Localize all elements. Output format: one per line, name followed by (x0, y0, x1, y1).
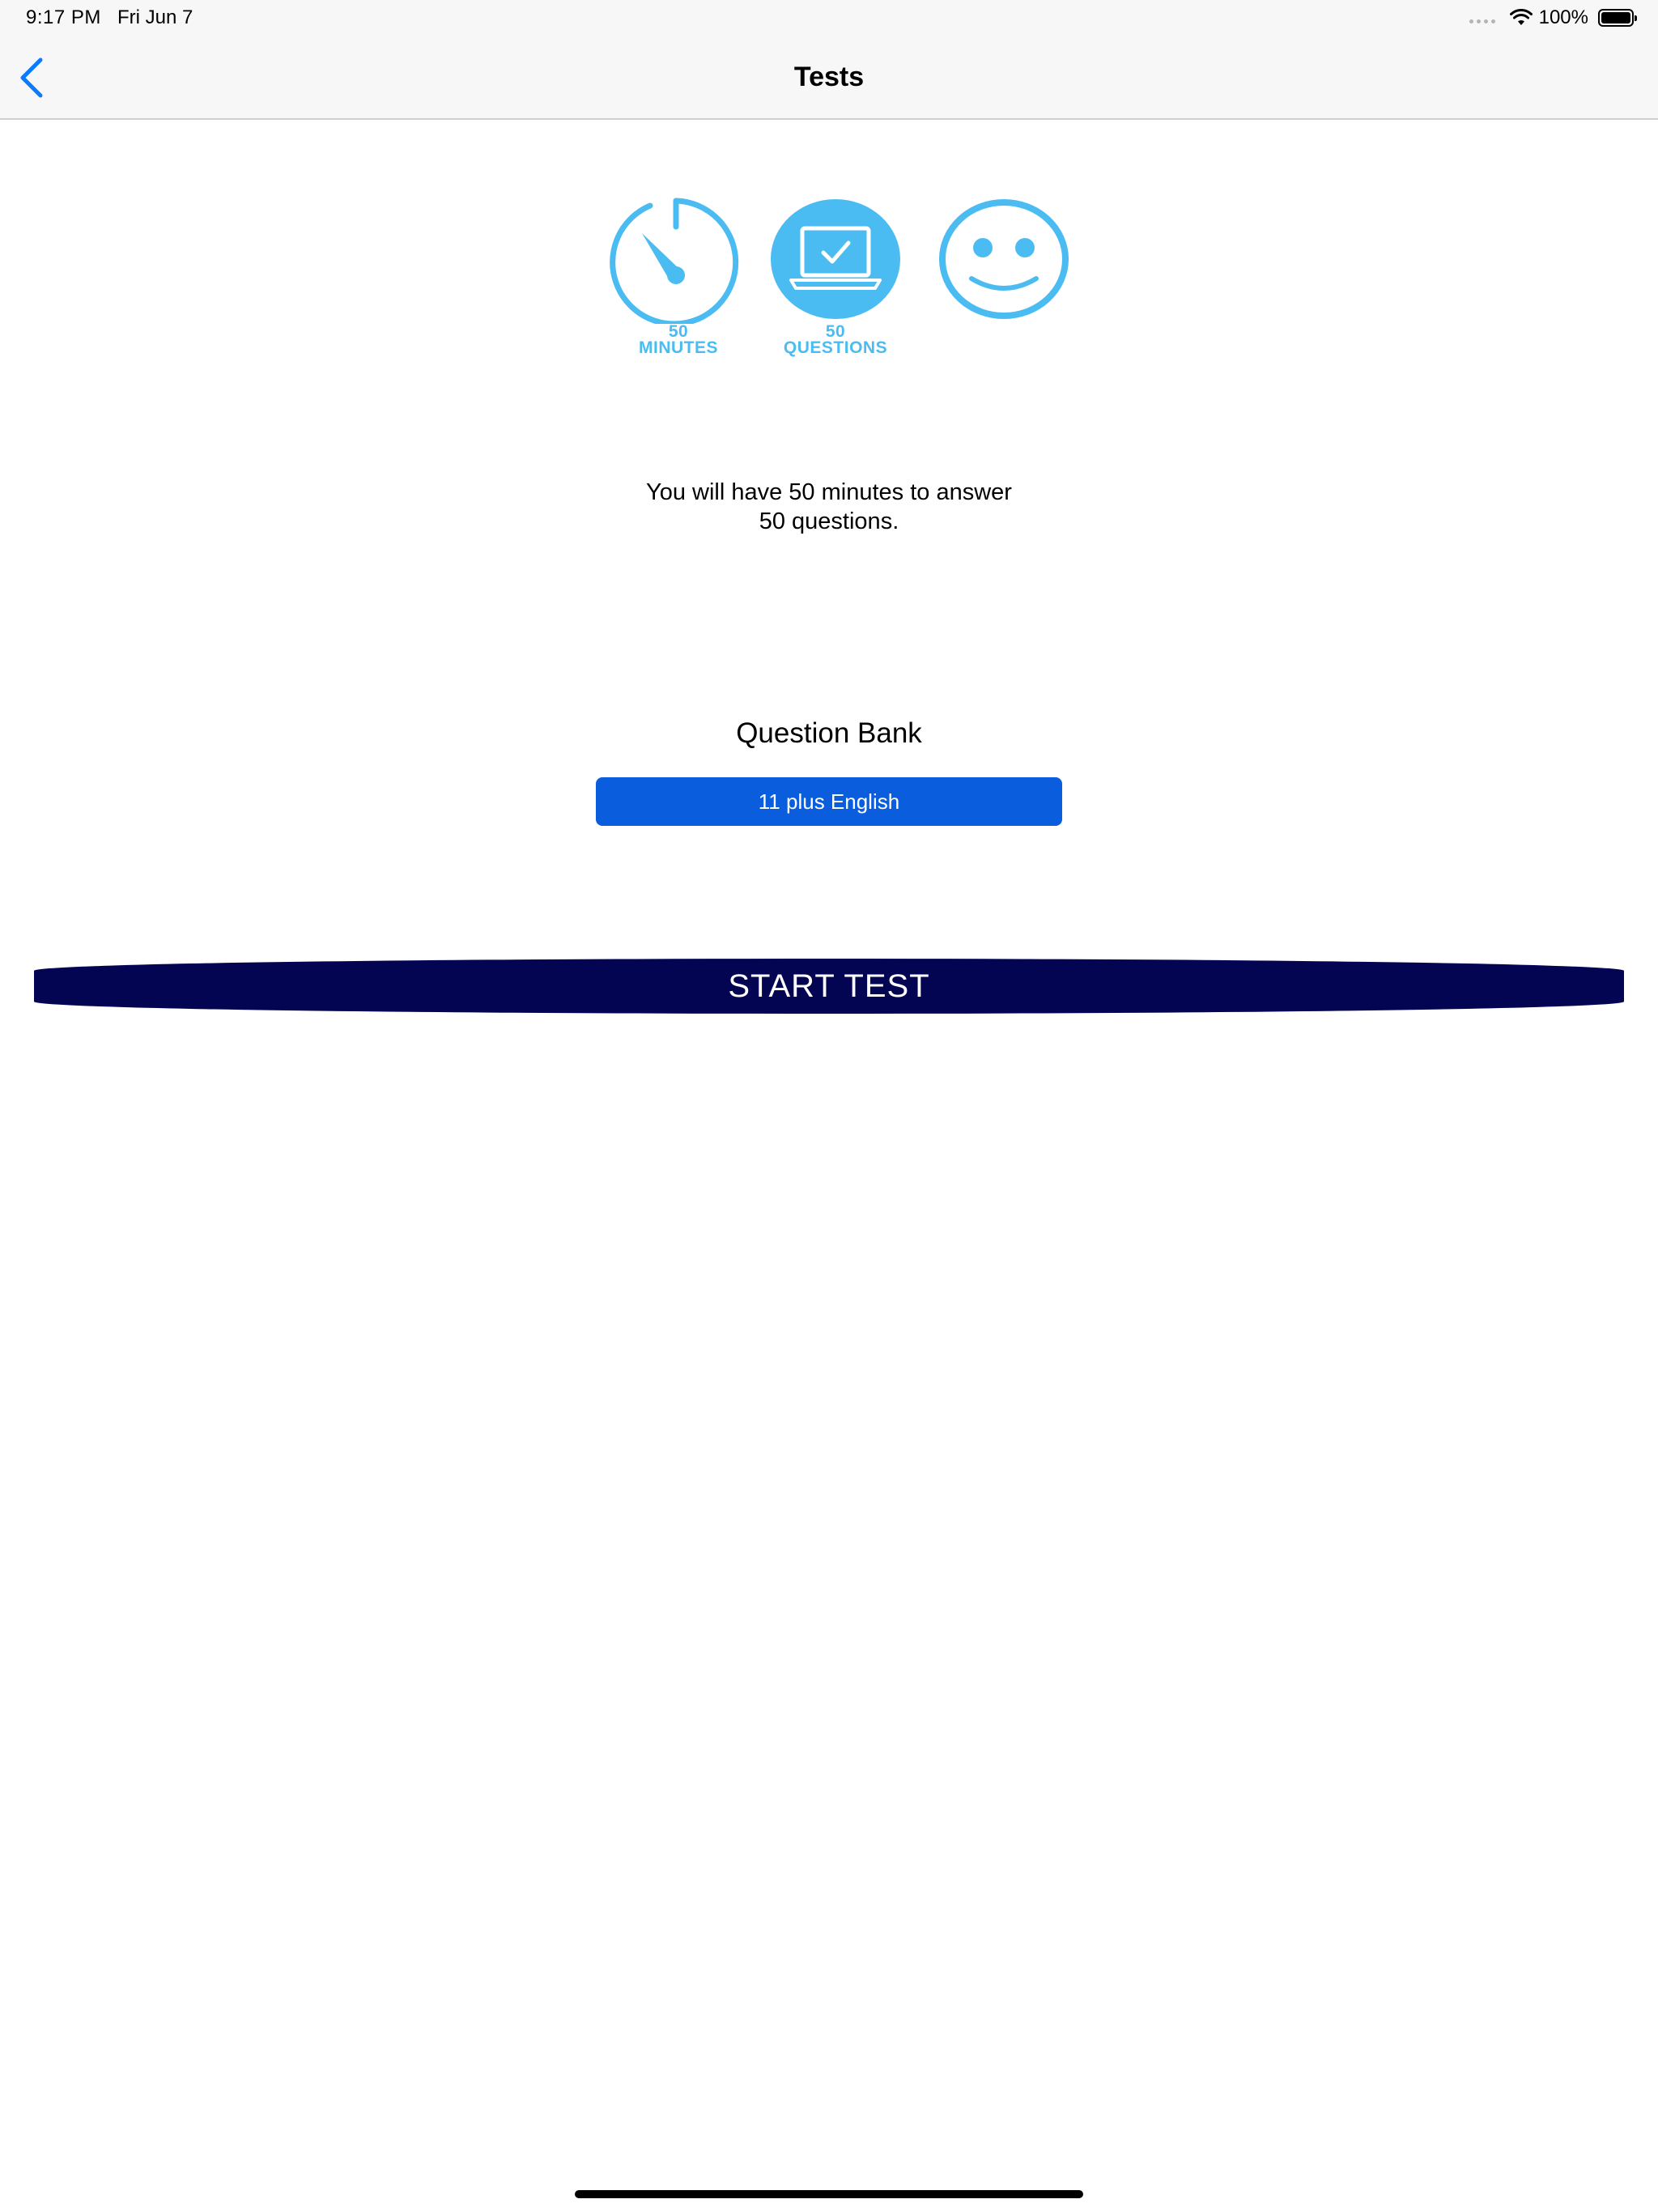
timer-number: 50 (668, 322, 689, 341)
instructions-line-2: 50 questions. (759, 508, 899, 534)
test-info-icons: 50 MINUTES 50 QUESTIONS (589, 194, 1075, 372)
tests-screen: 9:17 PM Fri Jun 7 100% Tests 50 MINUTES … (0, 0, 1658, 2212)
start-test-button[interactable]: START TEST (34, 959, 1624, 1014)
question-bank-select[interactable]: 11 plus English (596, 777, 1062, 826)
battery-icon (1598, 9, 1637, 27)
status-bar: 9:17 PM Fri Jun 7 100% (0, 0, 1658, 36)
status-time: 9:17 PM (26, 6, 101, 28)
home-indicator[interactable] (575, 2190, 1083, 2198)
questions-info: 50 QUESTIONS (746, 194, 925, 356)
smiley-info (915, 194, 1093, 324)
timer-info: 50 MINUTES (589, 194, 767, 356)
status-date: Fri Jun 7 (117, 6, 193, 28)
battery-percent: 100% (1538, 6, 1588, 28)
stopwatch-icon (610, 198, 739, 324)
timer-label: MINUTES (639, 338, 718, 357)
status-indicators: 100% (1469, 6, 1637, 29)
cellular-dots-icon (1469, 19, 1495, 23)
test-instructions: You will have 50 minutes to answer 50 qu… (505, 478, 1153, 536)
questions-number: 50 (825, 322, 846, 341)
laptop-check-icon (771, 199, 900, 319)
question-bank-label: Question Bank (736, 717, 922, 749)
smiley-face-icon (939, 199, 1069, 319)
page-title: Tests (793, 62, 865, 92)
instructions-line-1: You will have 50 minutes to answer (646, 479, 1012, 505)
wifi-icon (1509, 9, 1533, 25)
questions-label: QUESTIONS (783, 338, 888, 357)
navigation-bar: Tests (0, 36, 1658, 120)
